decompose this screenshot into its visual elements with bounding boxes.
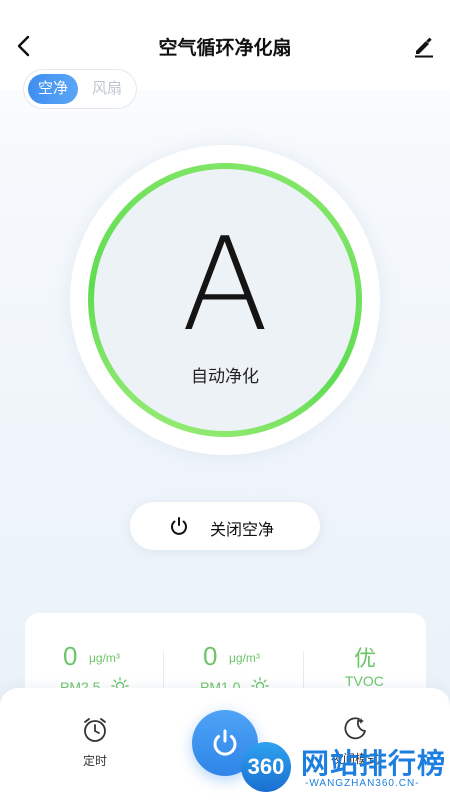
- pm10-unit: μg/m³: [229, 651, 260, 665]
- dial-ring: A 自动净化: [88, 163, 362, 437]
- turn-off-purify-label: 关闭空净: [210, 522, 275, 539]
- tvoc-label: TVOC: [345, 673, 384, 689]
- timer-label: 定时: [82, 754, 107, 768]
- mode-label: 自动净化: [191, 367, 259, 386]
- pm25-unit: μg/m³: [89, 651, 120, 665]
- mode-fan-button[interactable]: 风扇: [82, 74, 132, 104]
- power-icon: [171, 517, 187, 535]
- alarm-clock-icon: [84, 718, 106, 742]
- turn-off-purify-button[interactable]: 关闭空净: [130, 502, 320, 550]
- page-title: 空气循环净化扇: [158, 38, 292, 59]
- watermark-badge: 360: [241, 742, 291, 792]
- timer-button[interactable]: 定时: [70, 716, 120, 769]
- dial-center: A 自动净化: [94, 169, 356, 431]
- watermark: 360 网站排行榜 -WANGZHAN360.CN-: [235, 736, 450, 796]
- stat-divider: [163, 651, 164, 693]
- watermark-subtext: -WANGZHAN360.CN-: [305, 778, 420, 789]
- watermark-text: 网站排行榜: [301, 748, 447, 779]
- pm25-value: 0: [63, 641, 78, 671]
- mode-letter: A: [181, 211, 269, 360]
- mode-dial[interactable]: A 自动净化: [70, 145, 380, 455]
- mode-toggle: 空净 风扇: [24, 70, 136, 108]
- edit-pencil-icon[interactable]: [412, 34, 436, 58]
- stat-divider: [303, 651, 304, 693]
- mode-purify-button[interactable]: 空净: [28, 74, 78, 104]
- pm10-value: 0: [203, 641, 218, 671]
- tvoc-grade: 优: [354, 646, 377, 671]
